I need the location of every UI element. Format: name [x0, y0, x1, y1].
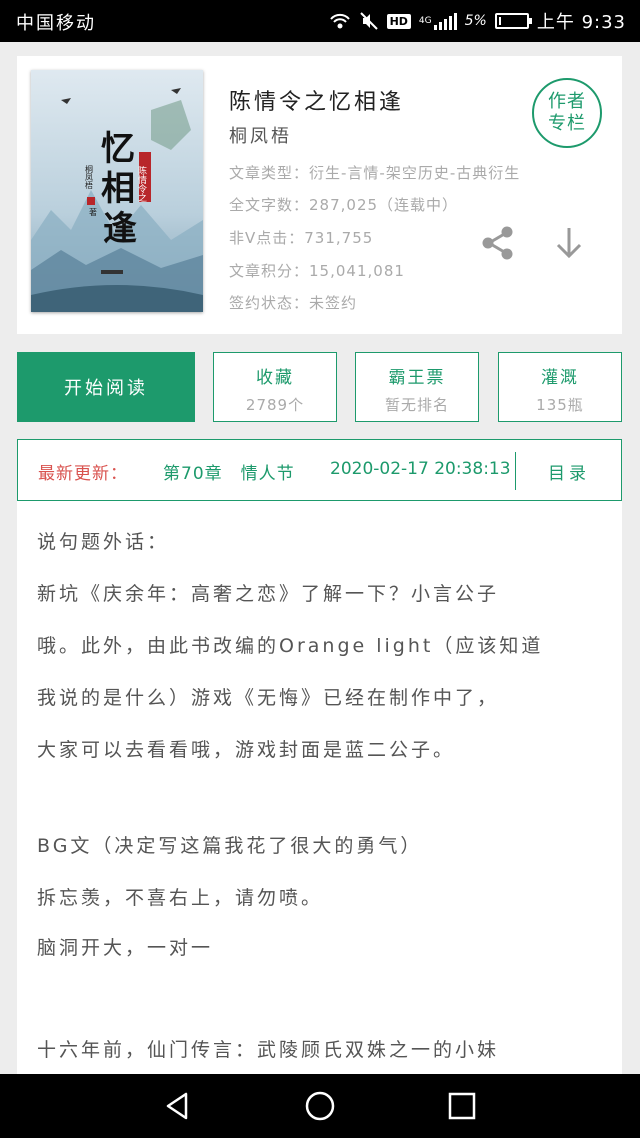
meta-label: 全文字数：: [229, 196, 310, 214]
author-column-label-1: 作者: [548, 91, 586, 112]
overlord-ticket-label: 霸王票: [388, 368, 446, 388]
mute-icon: [359, 10, 379, 32]
signal-icon: 4G: [419, 10, 457, 32]
cover-series: 陈情令之: [136, 165, 147, 203]
clock: 上午 9:33: [536, 12, 626, 33]
meta-clicks: 非V点击：731,755: [229, 227, 373, 248]
meta-contract: 签约状态：未签约: [229, 292, 357, 313]
description-line: 十六年前，仙门传言：武陵顾氏双姝之一的小妹: [37, 1039, 500, 1061]
meta-value: 731,755: [304, 229, 374, 247]
battery-icon: [494, 13, 532, 29]
meta-value: 衍生-言情-架空历史-古典衍生: [309, 164, 521, 182]
meta-value: 15,041,081: [309, 262, 405, 280]
meta-label: 非V点击：: [229, 229, 305, 247]
latest-chapter-link[interactable]: 第70章 情人节: [163, 459, 295, 484]
recents-icon[interactable]: [446, 1090, 478, 1122]
latest-update-label: 最新更新：: [38, 464, 128, 484]
favorite-button[interactable]: 收藏 2789个: [213, 352, 337, 422]
battery-percent: 5%: [464, 13, 487, 29]
book-info-card: 忆 相 逢 陈情令之 桐凤梧 著 陈情令之忆相逢 桐凤梧 文章类型：衍生-言情-…: [17, 56, 622, 334]
description-line: 大家可以去看看哦，游戏封面是蓝二公子。: [37, 739, 456, 761]
network-type: 4G: [418, 15, 432, 26]
irrigate-count: 135瓶: [536, 396, 584, 414]
author-column-label-2: 专栏: [548, 113, 586, 134]
description-line: BG文（决定写这篇我花了很大的勇气）: [37, 835, 423, 857]
book-cover[interactable]: 忆 相 逢 陈情令之 桐凤梧 著: [31, 70, 203, 312]
meta-value: 287,025（连载中）: [309, 196, 459, 214]
system-nav-bar: [0, 1074, 640, 1138]
overlord-ticket-button[interactable]: 霸王票 暂无排名: [355, 352, 479, 422]
cover-title-char-2: 相: [101, 169, 135, 209]
irrigate-button[interactable]: 灌溉 135瓶: [498, 352, 622, 422]
cover-title-char-1: 忆: [101, 129, 135, 169]
table-of-contents-button[interactable]: 目录: [548, 459, 590, 484]
cover-author: 桐凤梧: [85, 164, 94, 190]
share-icon[interactable]: [479, 224, 517, 262]
carrier-name: 中国移动: [16, 13, 96, 34]
latest-update-bar: 最新更新： 第70章 情人节 2020-02-17 20:38:13 目录: [17, 439, 622, 501]
meta-label: 签约状态：: [229, 294, 310, 312]
book-title: 陈情令之忆相逢: [229, 90, 405, 115]
meta-score: 文章积分：15,041,081: [229, 260, 405, 281]
book-author[interactable]: 桐凤梧: [229, 122, 292, 148]
description-line: 我说的是什么）游戏《无悔》已经在制作中了，: [37, 687, 500, 709]
hd-badge: HD: [386, 13, 411, 29]
description-line: 拆忘羡，不喜右上，请勿喷。: [37, 887, 324, 909]
divider: [515, 452, 516, 490]
wifi-icon: [329, 10, 351, 32]
book-description: 说句题外话： 新坑《庆余年：高奢之恋》了解一下？小言公子 哦。此外，由此书改编的…: [17, 501, 622, 1074]
meta-word-count: 全文字数：287,025（连载中）: [229, 194, 458, 215]
latest-update-time: 2020-02-17 20:38:13: [330, 459, 511, 479]
back-icon[interactable]: [162, 1090, 194, 1122]
favorite-label: 收藏: [256, 368, 294, 388]
start-reading-button[interactable]: 开始阅读: [17, 352, 195, 422]
meta-genre: 文章类型：衍生-言情-架空历史-古典衍生: [229, 162, 520, 183]
download-icon[interactable]: [550, 224, 588, 262]
home-icon[interactable]: [304, 1090, 336, 1122]
meta-value: 未签约: [309, 294, 358, 312]
favorite-count: 2789个: [245, 396, 305, 414]
author-column-button[interactable]: 作者 专栏: [532, 78, 602, 148]
description-line: 脑洞开大，一对一: [37, 937, 214, 959]
overlord-ticket-rank: 暂无排名: [384, 396, 449, 414]
cover-title-char-3: 逢: [103, 209, 137, 249]
irrigate-label: 灌溉: [541, 368, 579, 388]
meta-label: 文章积分：: [229, 262, 310, 280]
meta-label: 文章类型：: [229, 164, 310, 182]
status-bar: 中国移动 HD 4G 5% 上午 9:33: [0, 0, 640, 42]
cover-author-mark: 著: [89, 207, 97, 217]
description-line: 新坑《庆余年：高奢之恋》了解一下？小言公子: [37, 583, 500, 605]
description-line: 说句题外话：: [37, 531, 170, 553]
description-line: 哦。此外，由此书改编的Orange light（应该知道: [37, 635, 544, 657]
